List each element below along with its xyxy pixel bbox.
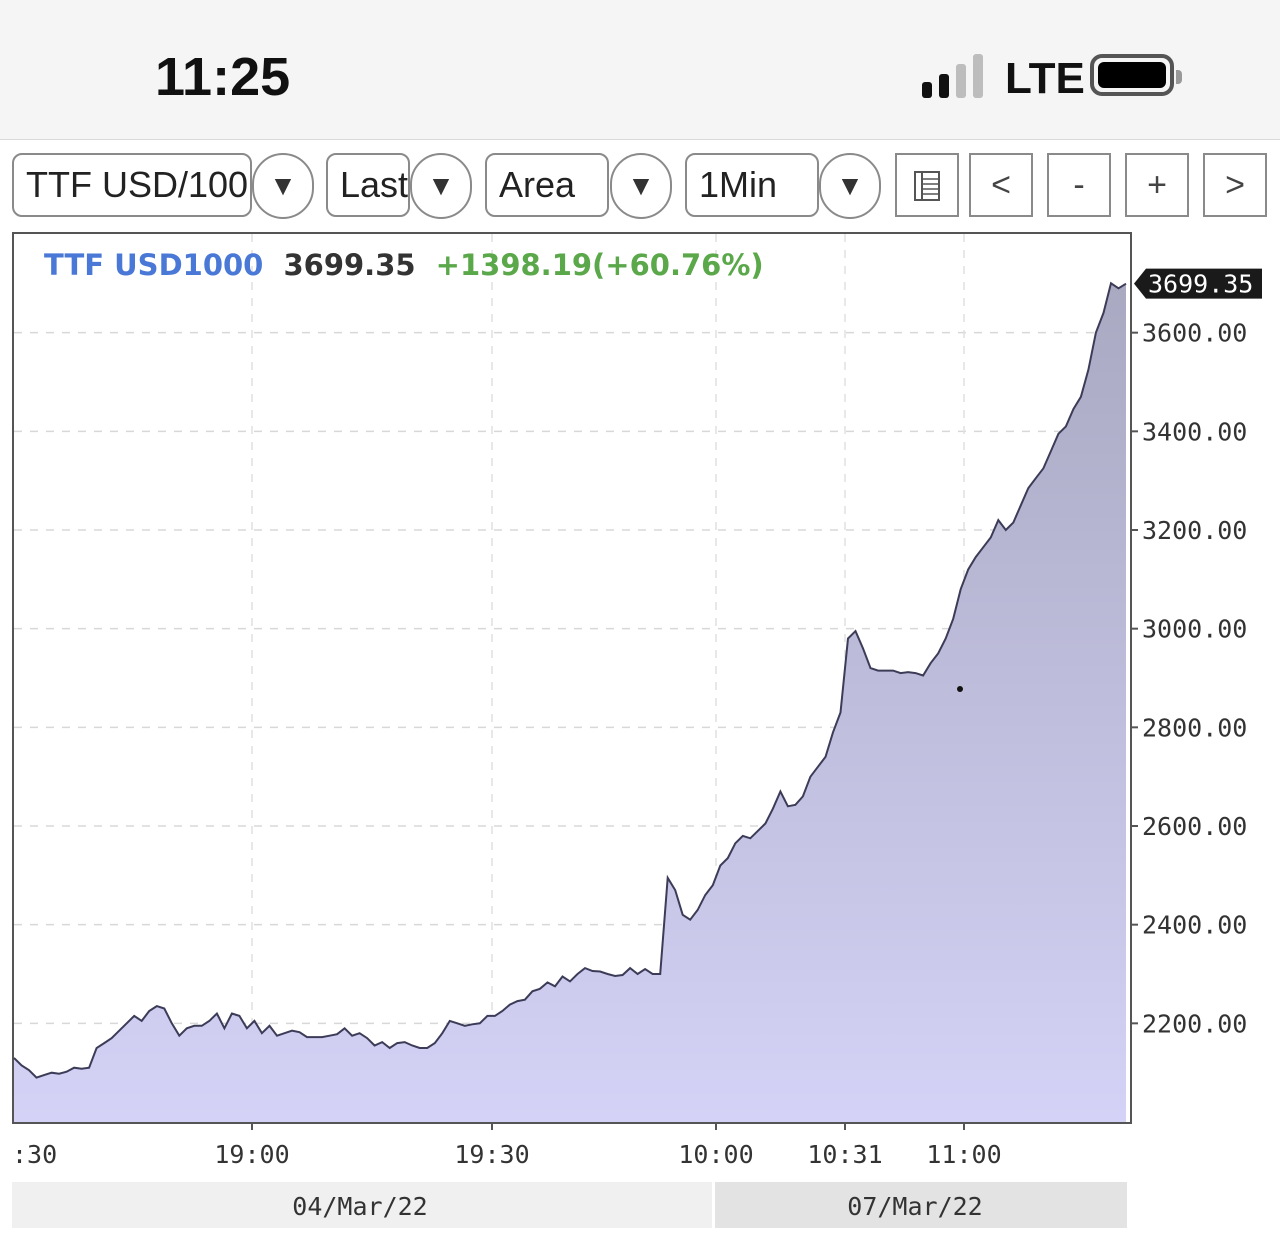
table-view-button[interactable] xyxy=(895,153,959,217)
y-tick-label: 3400.00 xyxy=(1142,417,1247,446)
symbol-select[interactable]: TTF USD/100 xyxy=(12,153,252,217)
x-axis: :30 19:00 19:30 10:00 10:31 11:00 xyxy=(12,1122,1002,1169)
legend-last-price: 3699.35 xyxy=(283,248,415,282)
scroll-right-button[interactable]: > xyxy=(1203,153,1267,217)
x-tick-label: 11:00 xyxy=(926,1140,1001,1169)
legend-symbol: TTF USD1000 xyxy=(44,248,263,282)
chart-toolbar: TTF USD/100 ▼ Last ▼ Area ▼ 1Min ▼ < - +… xyxy=(0,141,1280,231)
signal-strength-icon xyxy=(922,52,992,98)
y-tick-label: 3600.00 xyxy=(1142,319,1247,348)
y-tick-label: 3200.00 xyxy=(1142,516,1247,545)
cursor-dot xyxy=(957,686,963,692)
status-time: 11:25 xyxy=(155,47,291,107)
x-tick-label: 19:00 xyxy=(214,1140,289,1169)
legend-change: +1398.19(+60.76%) xyxy=(436,248,764,282)
date-label: 04/Mar/22 xyxy=(292,1192,427,1221)
last-value-label: 3699.35 xyxy=(1148,270,1253,299)
table-icon xyxy=(914,171,940,201)
y-tick-label: 2400.00 xyxy=(1142,911,1247,940)
last-value-marker: 3699.35 xyxy=(1134,268,1262,299)
x-tick-label: :30 xyxy=(12,1140,57,1169)
y-tick-label: 2800.00 xyxy=(1142,713,1247,742)
zoom-out-button[interactable]: - xyxy=(1047,153,1111,217)
y-tick-label: 2600.00 xyxy=(1142,812,1247,841)
date-label: 07/Mar/22 xyxy=(847,1192,982,1221)
price-chart[interactable]: 2200.00 2400.00 2600.00 2800.00 3000.00 3200.… xyxy=(0,228,1280,1239)
y-axis: 2200.00 2400.00 2600.00 2800.00 3000.00 3200.… xyxy=(1130,319,1247,1038)
price-type-dropdown-icon[interactable]: ▼ xyxy=(410,153,472,219)
chart-legend: TTF USD1000 3699.35 +1398.19(+60.76%) xyxy=(44,248,764,282)
status-bar: 11:25 LTE xyxy=(0,0,1280,140)
chart-type-select[interactable]: Area xyxy=(485,153,609,217)
zoom-in-button[interactable]: + xyxy=(1125,153,1189,217)
scroll-left-button[interactable]: < xyxy=(969,153,1033,217)
battery-icon xyxy=(1090,54,1182,96)
x-tick-label: 10:00 xyxy=(678,1140,753,1169)
y-tick-label: 3000.00 xyxy=(1142,615,1247,644)
symbol-select-dropdown-icon[interactable]: ▼ xyxy=(252,153,314,219)
price-type-select[interactable]: Last xyxy=(326,153,410,217)
x-tick-label: 10:31 xyxy=(807,1140,882,1169)
interval-select[interactable]: 1Min xyxy=(685,153,819,217)
y-tick-label: 2200.00 xyxy=(1142,1009,1247,1038)
x-tick-label: 19:30 xyxy=(454,1140,529,1169)
date-axis: 04/Mar/22 07/Mar/22 xyxy=(292,1192,982,1221)
network-type: LTE xyxy=(1005,54,1085,103)
chart-type-dropdown-icon[interactable]: ▼ xyxy=(610,153,672,219)
interval-dropdown-icon[interactable]: ▼ xyxy=(819,153,881,219)
